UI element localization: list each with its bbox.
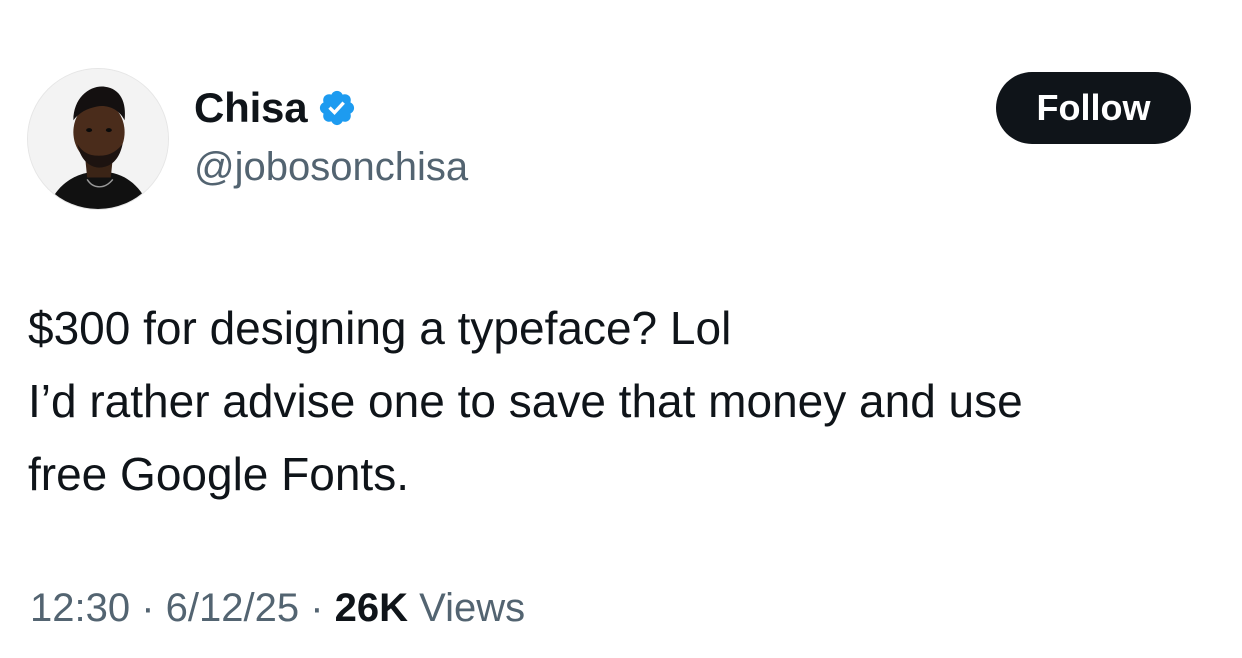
tweet-date[interactable]: 6/12/25 — [166, 586, 299, 630]
views-label: Views — [408, 586, 526, 630]
follow-button[interactable]: Follow — [996, 72, 1191, 144]
tweet-text-line: free Google Fonts. — [28, 448, 409, 500]
avatar-image — [28, 69, 168, 209]
tweet-card: Chisa @jobosonchisa Follow $300 for desi… — [0, 0, 1242, 658]
meta-separator: · — [299, 586, 335, 630]
tweet-time[interactable]: 12:30 — [30, 586, 130, 630]
tweet-meta: 12:30 · 6/12/25 · 26K Views — [30, 586, 525, 631]
display-name[interactable]: Chisa — [194, 84, 308, 132]
meta-separator: · — [130, 586, 166, 630]
avatar[interactable] — [27, 68, 169, 210]
author-name-row: Chisa — [194, 84, 357, 132]
tweet-text-line: I’d rather advise one to save that money… — [28, 375, 1023, 427]
views-count: 26K — [334, 586, 409, 630]
tweet-text: $300 for designing a typeface? Lol I’d r… — [28, 292, 1218, 511]
tweet-text-line: $300 for designing a typeface? Lol — [28, 302, 732, 354]
verified-badge-icon — [317, 88, 357, 128]
author-handle[interactable]: @jobosonchisa — [194, 145, 468, 190]
